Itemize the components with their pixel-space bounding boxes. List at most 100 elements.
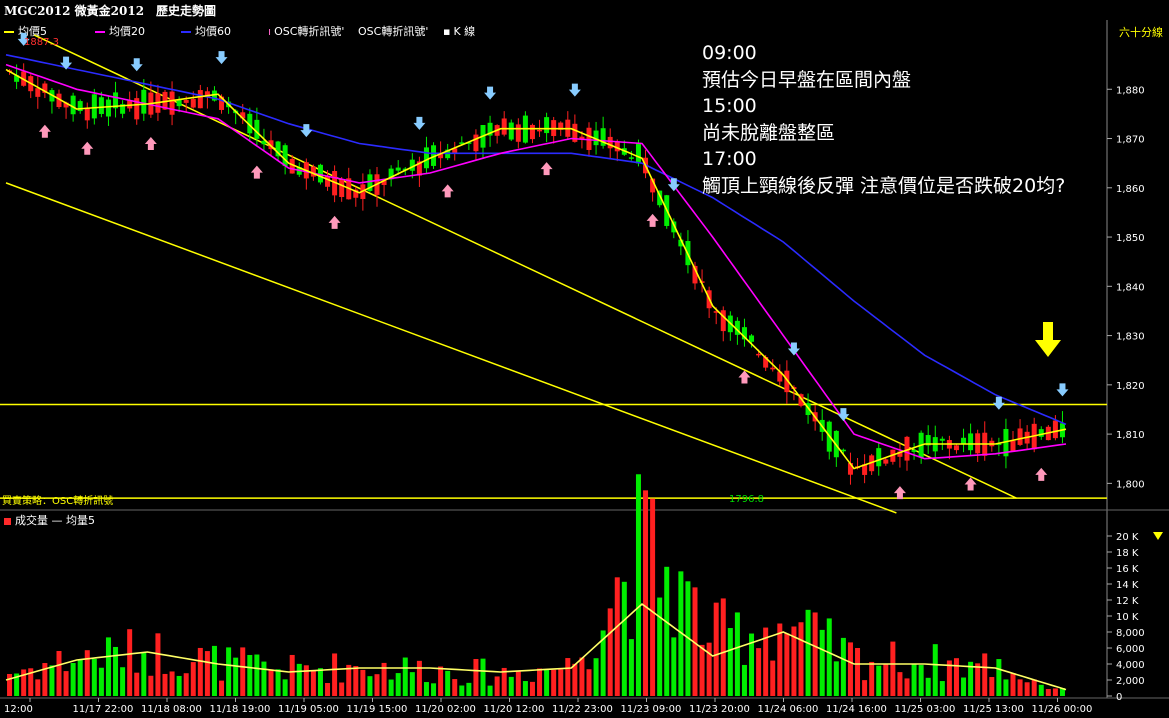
volume-bar	[247, 654, 253, 696]
price-tick-label: 1,830	[1116, 332, 1145, 343]
candle-body	[720, 310, 726, 332]
volume-bar	[558, 669, 564, 696]
time-tick-label: 11/25 03:00	[895, 704, 956, 715]
time-tick-label: 11/18 19:00	[210, 704, 271, 715]
candle-body	[508, 122, 514, 140]
time-tick-label: 11/26 00:00	[1032, 704, 1093, 715]
volume-bar	[904, 678, 910, 696]
time-tick-label: 11/24 06:00	[758, 704, 819, 715]
volume-tick-label: 2,000	[1116, 676, 1145, 687]
volume-bar	[240, 647, 246, 696]
time-tick-label: 11/23 20:00	[689, 704, 750, 715]
volume-bar	[113, 646, 119, 696]
volume-bar	[784, 633, 790, 696]
volume-bar	[628, 639, 634, 696]
volume-bar	[402, 657, 408, 696]
candle-body	[961, 437, 967, 444]
volume-bar	[91, 658, 97, 696]
buy-signal-arrow	[646, 213, 659, 227]
volume-bar	[134, 672, 140, 696]
volume-bar	[233, 657, 239, 696]
volume-bar	[925, 677, 931, 696]
volume-bar	[1010, 673, 1016, 696]
volume-bar	[996, 659, 1002, 696]
candle-body	[176, 99, 182, 107]
candle-body	[395, 167, 401, 171]
volume-bar	[522, 681, 528, 696]
volume-bar	[734, 612, 740, 696]
annotation-line: 預估今日早盤在區間內盤	[702, 68, 912, 91]
volume-bar	[650, 498, 656, 696]
candle-body	[473, 134, 479, 152]
time-tick-label: 11/23 09:00	[621, 704, 682, 715]
annotation-line: 尚未脫離盤整區	[702, 121, 836, 144]
volume-tick-label: 4,000	[1116, 660, 1145, 671]
volume-bar	[226, 647, 232, 696]
volume-bar	[671, 637, 677, 696]
annotation-text: 09:00 預估今日早盤在區間內盤 15:00 尚未脫離盤整區 17:00 觸頂…	[702, 40, 1065, 199]
volume-bar	[367, 676, 373, 696]
volume-bar	[70, 662, 76, 696]
volume-bar	[643, 490, 649, 696]
price-tick-label: 1,820	[1116, 381, 1145, 392]
time-tick-label: 11/20 12:00	[484, 704, 545, 715]
volume-bar	[63, 671, 69, 696]
volume-bar	[975, 663, 981, 696]
volume-bar	[565, 658, 571, 696]
volume-bar	[21, 669, 27, 696]
sell-signal-arrow	[1056, 383, 1069, 397]
volume-bar	[812, 612, 818, 696]
volume-bar	[798, 622, 804, 696]
volume-bar	[423, 682, 429, 696]
volume-bar	[862, 680, 868, 696]
volume-bar	[741, 664, 747, 696]
volume-bar	[395, 673, 401, 696]
volume-bar	[593, 658, 599, 696]
volume-bar	[49, 665, 55, 696]
buy-signal-arrow	[144, 137, 157, 151]
candle-body	[544, 117, 550, 134]
time-tick-label: 12:00	[4, 704, 33, 715]
volume-bar	[855, 647, 861, 696]
time-tick-label: 11/18 08:00	[141, 704, 202, 715]
volume-bar	[579, 657, 585, 696]
volume-tick-label: 18 K	[1116, 548, 1139, 559]
volume-bar	[657, 597, 663, 696]
candle-body	[310, 166, 316, 177]
volume-tick-label: 10 K	[1116, 612, 1139, 623]
volume-bar	[918, 665, 924, 696]
volume-bar	[1024, 682, 1030, 696]
volume-bar	[332, 653, 338, 696]
candle-body	[169, 91, 175, 115]
candle-body	[91, 94, 97, 119]
candle-body	[537, 129, 543, 132]
candle-body	[105, 99, 111, 117]
candle-body	[339, 179, 345, 198]
volume-bar	[982, 653, 988, 696]
volume-bar	[190, 662, 196, 696]
volume-bar	[120, 667, 126, 696]
sell-signal-arrow	[215, 51, 228, 65]
candle-body	[197, 90, 203, 109]
volume-bar	[1003, 679, 1009, 696]
volume-bar	[162, 673, 168, 696]
volume-bar	[1038, 684, 1044, 696]
buy-signal-arrow	[328, 215, 341, 229]
volume-bar	[268, 669, 274, 696]
volume-bar	[211, 645, 217, 696]
volume-bar	[487, 685, 493, 696]
sell-signal-arrow	[413, 116, 426, 130]
buy-signal-arrow	[250, 165, 263, 179]
volume-bar	[35, 679, 41, 696]
panel-dropdown-icon[interactable]	[1153, 532, 1163, 540]
candle-body	[423, 147, 429, 169]
volume-bar	[219, 680, 225, 696]
volume-bar	[473, 658, 479, 696]
volume-bar	[897, 672, 903, 696]
volume-bar	[720, 598, 726, 696]
candle-body	[98, 97, 104, 114]
volume-bar	[466, 682, 472, 696]
volume-bar	[127, 629, 133, 696]
volume-bar	[445, 670, 451, 696]
candle-body	[70, 95, 76, 115]
